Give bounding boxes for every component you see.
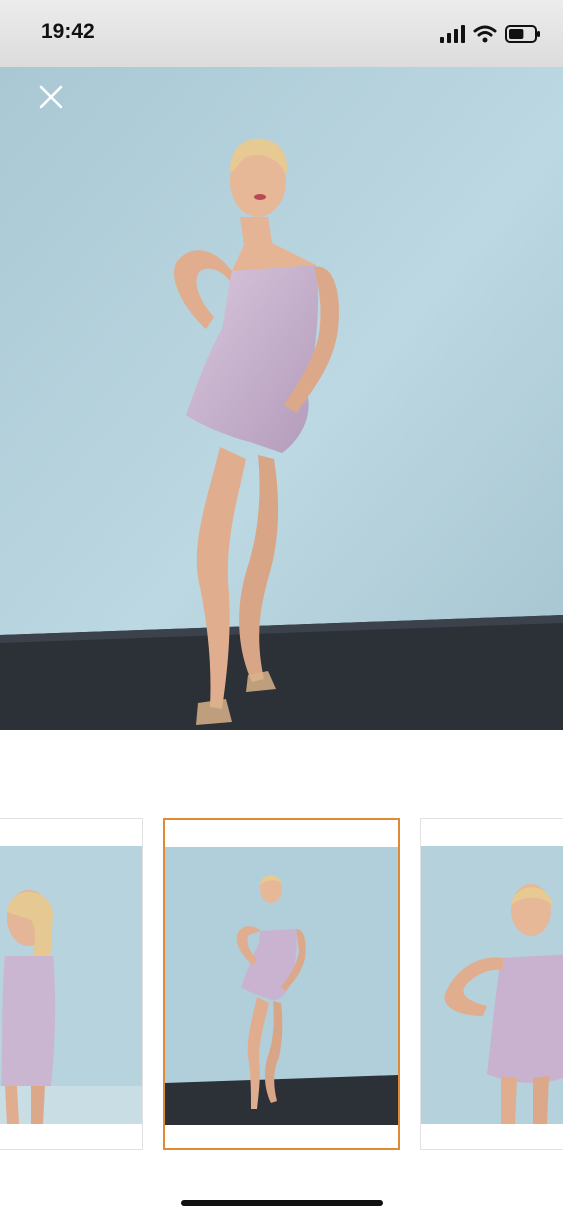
thumbnail-back-view[interactable]: [0, 818, 143, 1150]
main-product-photo[interactable]: [0, 67, 563, 730]
close-button[interactable]: [36, 82, 66, 112]
battery-icon: [505, 25, 540, 43]
home-indicator[interactable]: [181, 1200, 383, 1206]
status-bar: 19:42: [0, 0, 563, 67]
model-full-length-image: [0, 67, 563, 730]
thumbnail-full-length[interactable]: [163, 818, 400, 1150]
thumbnail-back-view-image: [0, 846, 142, 1124]
status-time: 19:42: [41, 20, 95, 43]
thumbnail-front-closeup-image: [421, 846, 563, 1124]
thumbnail-full-length-image: [165, 847, 398, 1125]
thumbnail-front-closeup[interactable]: [420, 818, 563, 1150]
wifi-icon: [473, 25, 497, 43]
status-icons: [439, 24, 541, 44]
close-icon: [39, 85, 63, 109]
cellular-signal-icon: [440, 25, 465, 43]
